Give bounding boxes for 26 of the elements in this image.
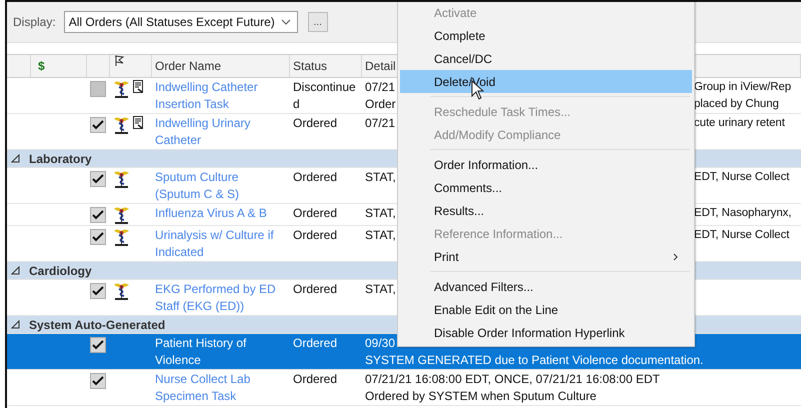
order-detail: EDT, Nurse Collect <box>694 170 790 185</box>
order-status: Ordered <box>293 371 338 388</box>
display-label: Display: <box>13 15 56 29</box>
order-detail: SYSTEM GENERATED due to Patient Violence documentation. <box>365 352 704 369</box>
order-detail: Order <box>365 96 397 113</box>
order-detail: STAT, <box>365 281 396 298</box>
order-detail: EDT, Nurse Collect <box>694 228 790 243</box>
order-detail: EDT, Nasopharynx, <box>694 206 792 221</box>
order-status: Discontinued <box>293 79 357 113</box>
order-detail: placed by Chung <box>694 97 779 112</box>
order-detail: Ordered by SYSTEM when Sputum Culture <box>365 388 596 405</box>
order-detail: 07/21/21 16:08:00 EDT, ONCE, 07/21/21 16:08:00 EDT <box>365 371 660 388</box>
order-detail: STAT, <box>365 227 397 244</box>
order-detail: STAT, <box>365 169 397 186</box>
order-status: Ordered <box>293 335 338 352</box>
order-status: Ordered <box>293 169 338 186</box>
order-status: Ordered <box>293 227 338 244</box>
order-status: Ordered <box>293 205 338 222</box>
order-status: Ordered <box>293 115 338 132</box>
order-status: Ordered <box>293 281 338 298</box>
order-detail: 07/21 <box>365 115 396 132</box>
order-detail: Group in iView/Rep <box>694 80 792 95</box>
order-detail: STAT, <box>365 205 397 222</box>
order-detail: cute urinary retent <box>694 116 785 131</box>
order-detail: 09/30 <box>365 335 396 352</box>
order-detail: 07/21 <box>365 79 396 96</box>
